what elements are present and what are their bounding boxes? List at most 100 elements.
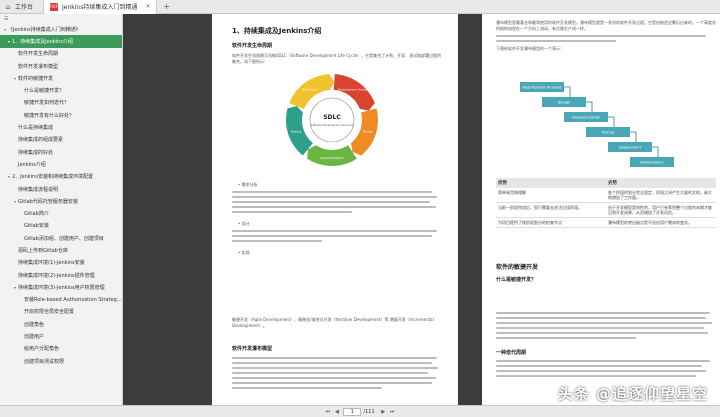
waterfall-step-label: Design [558, 101, 570, 105]
sidebar-item-label: Gitlab添加组、创建用户、创建项目 [24, 235, 104, 242]
sidebar-item-label: 源码上传到Gitlab仓库 [18, 247, 68, 254]
waterfall-paragraph: 瀑布模型是最著名和最常使用的软件开发模型。瀑布模型就是一系列的软件开发过程。它是… [496, 20, 716, 31]
new-tab-icon[interactable]: + [163, 2, 170, 11]
sidebar-item[interactable]: 持续集成流程说明 [0, 183, 122, 195]
bullet-design: 设计 [241, 221, 250, 226]
watermark-text: 头条 @追逐仰望星空 [557, 385, 708, 403]
sidebar-item[interactable]: 给用户分配角色 [0, 343, 122, 355]
sdlc-phase-label: Requirement Analysis [338, 87, 371, 91]
sidebar-item[interactable]: 软件开发瀑布模型 [0, 60, 122, 72]
section-heading-waterfall: 软件开发瀑布模型 [232, 346, 273, 352]
waterfall-connector [630, 131, 637, 142]
sidebar-item[interactable]: 敏捷开发如何迭代？ [0, 97, 122, 109]
waterfall-connector [586, 101, 593, 112]
table-row: 简单易用和理解 各个阶段的划分完全固定，阶段之间产生大量的文档，极大地增加了工作量… [496, 188, 716, 203]
sidebar-item[interactable]: ▾ 持续集成环境(3)-Jenkins用户权限管理 [0, 281, 122, 293]
sidebar-item-label: 持续集成环境(1)-Jenkins安装 [18, 260, 85, 267]
waterfall-connector [564, 86, 571, 97]
sidebar-item[interactable]: 源码上传到Gitlab仓库 [0, 244, 122, 256]
sidebar-item-label: 持续集成环境(2)-Jenkins插件管理 [18, 272, 95, 279]
sidebar-item[interactable]: Gitlab添加组、创建用户、创建项目 [0, 232, 122, 244]
sidebar-item-label: 持续集成流程说明 [18, 186, 59, 193]
table-cell: 由于开发模型是线性的，用户只有等到整个过程的末期才能见到开发成果，从而增加了开发… [608, 205, 712, 215]
sidebar-item-label: 安装Role-based Authorization Strateg... [24, 297, 122, 304]
sidebar-item[interactable]: 开启权限全局安全配置 [0, 306, 122, 318]
document-tab-title: Jenkins持续集成入门到精通 [62, 4, 138, 11]
sidebar-item[interactable]: 敏捷开发有什么好处？ [0, 109, 122, 121]
sidebar-item[interactable]: 什么是持续集成 [0, 121, 122, 133]
waterfall-step-label: Deployment [619, 146, 642, 150]
waterfall-step-label: Implementation [572, 116, 601, 120]
sidebar-item-label: 软件开发瀑布模型 [18, 63, 59, 70]
outline-header: ☰ [0, 14, 122, 23]
sidebar-item[interactable]: 什么是敏捷开发？ [0, 84, 122, 96]
sidebar-item-label: Gitlab简介 [24, 211, 49, 218]
sidebar-item-label: 敏捷开发有什么好处？ [24, 112, 75, 119]
table-cell: 瀑布模型的突出缺点是不适应用户需求的变化。 [608, 220, 692, 225]
sidebar-item[interactable]: 持续集成环境(2)-Jenkins插件管理 [0, 269, 122, 281]
sdlc-phase-label: Design [363, 130, 373, 134]
sidebar-item[interactable]: ▾ 1、持续集成及Jenkins介绍 [0, 35, 122, 48]
home-icon[interactable]: ⌂ [3, 2, 13, 12]
sidebar-item[interactable]: 创建用户 [0, 330, 122, 342]
table-cell: 各个阶段的划分完全固定，阶段之间产生大量的文档，极大地增加了工作量。 [608, 190, 712, 200]
sidebar-item[interactable]: ▾ Gitlab代码托管服务器安装 [0, 195, 122, 207]
collapse-icon[interactable]: ☰ [4, 16, 8, 22]
sidebar-item-label: 持续集成环境(3)-Jenkins用户权限管理 [18, 284, 105, 291]
sidebar-item-label: 《Jenkins持续集成入门到精通》 [8, 26, 81, 33]
waterfall-caption: 下图给软件开发瀑布模型的一个演示： [496, 46, 564, 51]
first-page-icon[interactable]: ⏮ [323, 407, 332, 416]
document-viewer[interactable]: 1、持续集成及Jenkins介绍 软件开发生命周期 软件开发生命周期又叫做SDL… [124, 14, 720, 405]
pdf-icon: PDF [50, 2, 59, 11]
last-page-icon[interactable]: ⏭ [388, 407, 397, 416]
pros-cons-table: 优势 劣势 简单易用和理解 各个阶段的划分完全固定，阶段之间产生大量的文档，极大地… [496, 178, 716, 228]
table-cell: 当前一阶段完成后，您只需要去关注后续阶段。 [498, 205, 582, 210]
page-number-input[interactable]: 1 [343, 407, 362, 416]
sidebar-item[interactable]: Jenkins介绍 [0, 158, 122, 170]
sidebar-item-label: 持续集成的组成要素 [18, 137, 64, 144]
sidebar-item-label: Jenkins介绍 [18, 161, 46, 168]
sidebar-item[interactable]: ▾ 《Jenkins持续集成入门到精通》 [0, 23, 122, 35]
page-navigation-bar: ⏮ ◀ 1 /111 ▶ ⏭ [0, 405, 720, 417]
sidebar-item[interactable]: 软件开发生命周期 [0, 48, 122, 60]
table-cell: 简单易用和理解 [498, 190, 526, 195]
sidebar-item-label: 敏捷开发如何迭代？ [24, 100, 70, 107]
sdlc-phase-label: Implementation [320, 156, 344, 160]
sidebar-item-label: Gitlab安装 [24, 223, 49, 230]
sidebar-item[interactable]: 安装Role-based Authorization Strateg... [0, 294, 122, 306]
sidebar-item-label: Gitlab代码托管服务器安装 [18, 198, 78, 205]
prev-page-icon[interactable]: ◀ [332, 407, 341, 416]
table-header-cons: 劣势 [608, 181, 617, 186]
sidebar-item[interactable]: ▾ 软件的敏捷开发 [0, 72, 122, 84]
waterfall-step-label: Maintenance [640, 161, 664, 165]
sidebar-item[interactable]: 创建项目测试权限 [0, 355, 122, 367]
sidebar-item-label: 创建角色 [24, 321, 45, 328]
sidebar-item-label: 创建用户 [24, 334, 45, 341]
table-header-pros: 优势 [498, 181, 507, 186]
sidebar-item[interactable]: 持续集成的好处 [0, 146, 122, 158]
document-page-1: 1、持续集成及Jenkins介绍 软件开发生命周期 软件开发生命周期又叫做SDL… [212, 14, 458, 405]
sidebar-item[interactable]: 持续集成的组成要素 [0, 134, 122, 146]
sidebar-item-label: 什么是敏捷开发？ [24, 88, 65, 95]
table-cell: 为项目提供了按阶段划分的检查节点 [498, 220, 562, 225]
document-tab[interactable]: PDF Jenkins持续集成入门到精通 ✕ [43, 0, 158, 14]
sidebar-item[interactable]: ▾ 2、Jenkins安装和持续集成环境配置 [0, 171, 122, 183]
top-tab-bar: ⌂ 工作台 PDF Jenkins持续集成入门到精通 ✕ + [0, 0, 720, 14]
sidebar-item-label: 什么是持续集成 [18, 125, 54, 132]
close-icon[interactable]: ✕ [145, 3, 150, 10]
sidebar-item[interactable]: 持续集成环境(1)-Jenkins安装 [0, 257, 122, 269]
sidebar-item[interactable]: 创建角色 [0, 318, 122, 330]
sidebar-item-label: 2、Jenkins安装和持续集成环境配置 [12, 174, 93, 181]
sdlc-phase-label: Testing [290, 130, 302, 134]
sidebar-item[interactable]: Gitlab简介 [0, 207, 122, 219]
next-page-icon[interactable]: ▶ [379, 407, 388, 416]
workspace-label[interactable]: 工作台 [15, 2, 33, 11]
bottom-paragraph: 敏捷开发（Agile Development）、精细化/渐进式开发（Iterat… [232, 317, 434, 328]
sdlc-center-label: SDLC [323, 114, 341, 121]
waterfall-step-label: Requirement Analysis [522, 86, 561, 90]
waterfall-diagram: Requirement Analysis Design Implementation… [520, 82, 674, 167]
sidebar-item[interactable]: Gitlab安装 [0, 220, 122, 232]
section-heading: 软件开发生命周期 [232, 43, 273, 49]
page-total: /111 [363, 408, 375, 415]
document-page-2: 瀑布模型是最著名和最常使用的软件开发模型。瀑布模型就是一系列的软件开发过程。它是… [482, 14, 720, 405]
